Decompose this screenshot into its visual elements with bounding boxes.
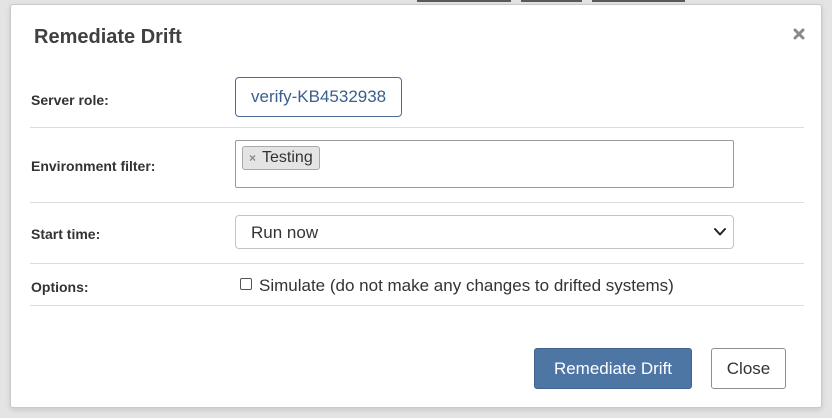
start-time-selected-value: Run now xyxy=(251,223,319,242)
chevron-down-icon xyxy=(713,225,727,239)
dialog-header: Remediate Drift xyxy=(11,5,821,67)
simulate-checkbox[interactable] xyxy=(240,278,252,290)
server-role-link[interactable]: verify-KB4532938 xyxy=(235,77,403,117)
tag-remove-icon[interactable]: × xyxy=(249,147,256,169)
start-time-row: Start time: Run now xyxy=(30,203,804,264)
background-toolbar-button xyxy=(521,0,582,2)
background-toolbar-button xyxy=(417,0,511,2)
server-role-label: Server role: xyxy=(31,92,109,108)
close-icon[interactable] xyxy=(790,25,808,43)
environment-filter-label: Environment filter: xyxy=(31,158,156,174)
simulate-checkbox-label[interactable]: Simulate (do not make any changes to dri… xyxy=(259,276,674,296)
server-role-row: Server role: verify-KB4532938 xyxy=(30,67,804,128)
environment-tag-label: Testing xyxy=(262,149,313,166)
environment-tag: × Testing xyxy=(242,146,320,170)
environment-filter-input[interactable]: × Testing xyxy=(235,140,734,188)
close-button[interactable]: Close xyxy=(711,348,786,389)
remediate-drift-button[interactable]: Remediate Drift xyxy=(534,348,692,389)
dialog-title: Remediate Drift xyxy=(34,26,182,48)
environment-filter-row: Environment filter: × Testing xyxy=(30,128,804,203)
start-time-label: Start time: xyxy=(31,226,101,242)
background-toolbar-button xyxy=(592,0,685,2)
start-time-select[interactable]: Run now xyxy=(235,215,734,249)
options-row: Options: Simulate (do not make any chang… xyxy=(30,264,804,306)
options-label: Options: xyxy=(31,279,89,295)
remediate-drift-dialog: Remediate Drift Server role: verify-KB45… xyxy=(10,4,822,408)
